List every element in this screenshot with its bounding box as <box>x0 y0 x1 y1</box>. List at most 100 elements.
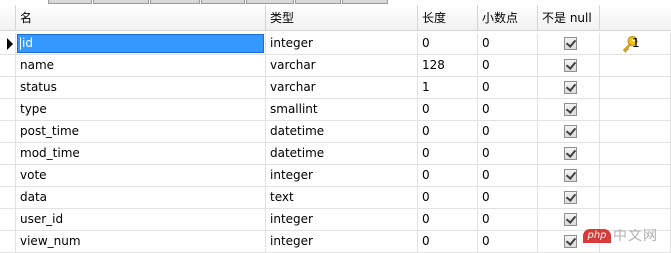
cell-type[interactable]: integer <box>266 231 418 252</box>
grid-header: 名 类型 长度 小数点 不是 null <box>0 5 671 31</box>
not-null-checkbox[interactable] <box>564 103 577 116</box>
field-row[interactable]: view_num integer 0 0 <box>0 231 671 253</box>
cell-length[interactable]: 0 <box>418 143 478 164</box>
name-edit-text: id <box>22 36 33 50</box>
row-indicator[interactable] <box>0 77 16 98</box>
cell-type[interactable]: smallint <box>266 99 418 120</box>
cell-length[interactable]: 0 <box>418 187 478 208</box>
cell-length[interactable]: 0 <box>418 209 478 230</box>
tab[interactable] <box>342 0 388 4</box>
cell-decimals[interactable]: 0 <box>478 77 538 98</box>
cell-name[interactable]: data <box>16 187 266 208</box>
header-decimals[interactable]: 小数点 <box>478 5 538 30</box>
cell-decimals[interactable]: 0 <box>478 231 538 252</box>
header-row-indicator <box>0 5 16 30</box>
cell-decimals[interactable]: 0 <box>478 187 538 208</box>
cell-name[interactable]: user_id <box>16 209 266 230</box>
cell-key[interactable] <box>600 121 671 142</box>
header-type[interactable]: 类型 <box>266 5 418 30</box>
field-row[interactable]: vote integer 0 0 <box>0 165 671 187</box>
tab[interactable] <box>93 0 149 4</box>
cell-decimals[interactable]: 0 <box>478 55 538 76</box>
not-null-checkbox[interactable] <box>564 169 577 182</box>
cell-name[interactable]: mod_time <box>16 143 266 164</box>
cell-name[interactable]: status <box>16 77 266 98</box>
row-indicator[interactable] <box>0 187 16 208</box>
header-key[interactable] <box>600 5 671 30</box>
cell-type[interactable]: text <box>266 187 418 208</box>
header-name[interactable]: 名 <box>16 5 266 30</box>
header-length[interactable]: 长度 <box>418 5 478 30</box>
tab[interactable] <box>201 0 245 4</box>
watermark: php 中文网 <box>583 229 671 243</box>
field-row[interactable]: integer 0 0 id 1 <box>0 33 671 55</box>
header-not-null[interactable]: 不是 null <box>538 5 600 30</box>
cell-name[interactable]: vote <box>16 165 266 186</box>
cell-name[interactable]: name <box>16 55 266 76</box>
cell-key[interactable] <box>600 143 671 164</box>
cell-type[interactable]: varchar <box>266 77 418 98</box>
not-null-checkbox[interactable] <box>564 235 577 248</box>
triangle-right-icon <box>7 38 13 50</box>
cell-length[interactable]: 0 <box>418 99 478 120</box>
cell-name[interactable]: post_time <box>16 121 266 142</box>
field-row[interactable]: status varchar 1 0 <box>0 77 671 99</box>
row-indicator[interactable] <box>0 143 16 164</box>
cell-decimals[interactable]: 0 <box>478 165 538 186</box>
cell-decimals[interactable]: 0 <box>478 99 538 120</box>
cell-type[interactable]: integer <box>266 165 418 186</box>
tab[interactable] <box>150 0 200 4</box>
not-null-checkbox[interactable] <box>564 147 577 160</box>
cell-key[interactable] <box>600 187 671 208</box>
cell-length[interactable]: 0 <box>418 33 478 54</box>
not-null-checkbox[interactable] <box>564 59 577 72</box>
cell-decimals[interactable]: 0 <box>478 209 538 230</box>
cell-type[interactable]: integer <box>266 33 418 54</box>
tab[interactable] <box>295 0 341 4</box>
cell-name[interactable]: view_num <box>16 231 266 252</box>
row-indicator[interactable] <box>0 99 16 120</box>
cell-decimals[interactable]: 0 <box>478 121 538 142</box>
row-indicator[interactable] <box>0 231 16 252</box>
field-row[interactable]: post_time datetime 0 0 <box>0 121 671 143</box>
cell-decimals[interactable]: 0 <box>478 33 538 54</box>
watermark-badge: php <box>583 229 611 243</box>
row-indicator[interactable] <box>0 55 16 76</box>
tab[interactable] <box>246 0 294 4</box>
not-null-checkbox[interactable] <box>564 125 577 138</box>
not-null-checkbox[interactable] <box>564 191 577 204</box>
not-null-checkbox[interactable] <box>564 37 577 50</box>
cell-length[interactable]: 0 <box>418 121 478 142</box>
cell-length[interactable]: 0 <box>418 165 478 186</box>
name-edit-input[interactable]: id <box>17 34 264 53</box>
field-row[interactable]: name varchar 128 0 <box>0 55 671 77</box>
row-indicator[interactable] <box>0 165 16 186</box>
cell-length[interactable]: 0 <box>418 231 478 252</box>
row-indicator[interactable] <box>0 121 16 142</box>
cell-key[interactable] <box>600 209 671 230</box>
cell-type[interactable]: varchar <box>266 55 418 76</box>
field-row[interactable]: data text 0 0 <box>0 187 671 209</box>
not-null-checkbox[interactable] <box>564 213 577 226</box>
text-caret <box>20 37 21 50</box>
row-indicator[interactable] <box>0 209 16 230</box>
cell-type[interactable]: integer <box>266 209 418 230</box>
cell-key[interactable] <box>600 165 671 186</box>
row-indicator[interactable] <box>0 33 16 54</box>
field-row[interactable]: mod_time datetime 0 0 <box>0 143 671 165</box>
cell-type[interactable]: datetime <box>266 121 418 142</box>
field-row[interactable]: user_id integer 0 0 <box>0 209 671 231</box>
cell-name[interactable]: type <box>16 99 266 120</box>
cell-key[interactable] <box>600 99 671 120</box>
field-row[interactable]: type smallint 0 0 <box>0 99 671 121</box>
cell-key[interactable] <box>600 77 671 98</box>
cell-key[interactable] <box>600 55 671 76</box>
cell-decimals[interactable]: 0 <box>478 143 538 164</box>
cell-length[interactable]: 128 <box>418 55 478 76</box>
cell-type[interactable]: datetime <box>266 143 418 164</box>
cell-length[interactable]: 1 <box>418 77 478 98</box>
tab[interactable] <box>48 0 92 4</box>
key-icon <box>622 36 638 53</box>
watermark-text: 中文网 <box>613 229 658 243</box>
not-null-checkbox[interactable] <box>564 81 577 94</box>
